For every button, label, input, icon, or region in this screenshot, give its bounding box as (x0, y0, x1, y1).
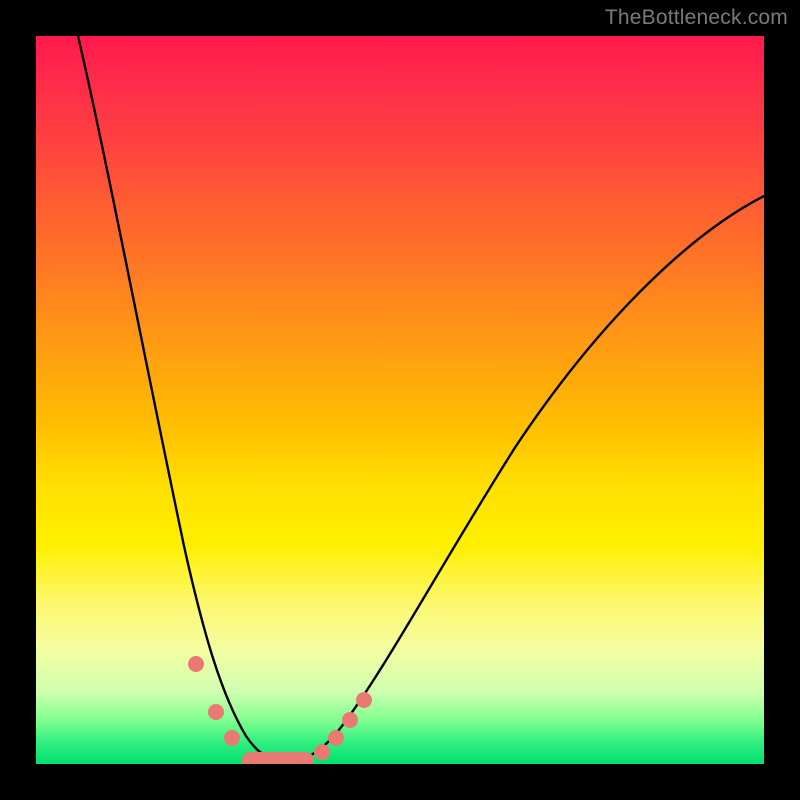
curve-markers (188, 656, 372, 764)
app-frame: TheBottleneck.com (0, 0, 800, 800)
bottleneck-chart (36, 36, 764, 764)
plot-area (36, 36, 764, 764)
watermark-text: TheBottleneck.com (605, 6, 788, 30)
bottleneck-curve-line (78, 36, 764, 762)
